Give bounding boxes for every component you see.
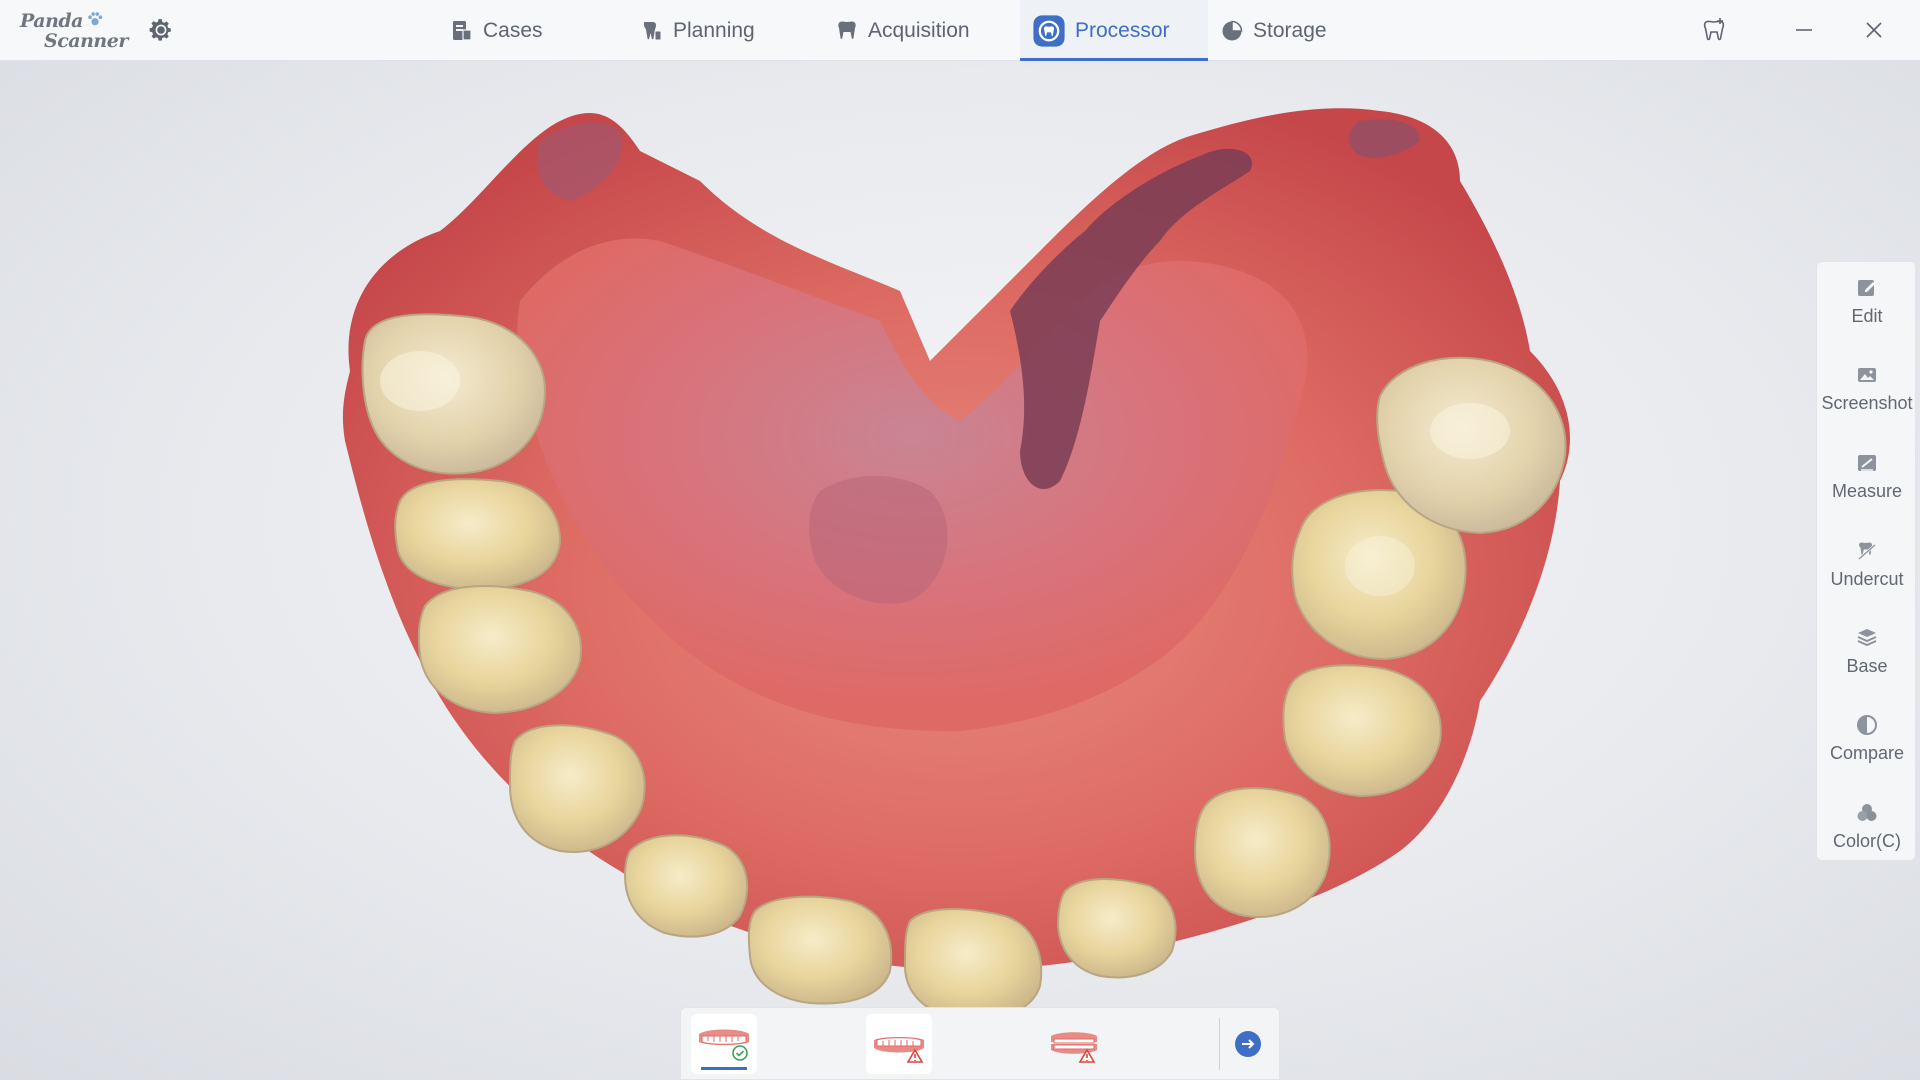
minimize-icon[interactable]: [1790, 16, 1818, 44]
undercut-icon: [1858, 542, 1876, 560]
lower-jaw-icon: [874, 1037, 924, 1063]
cases-icon: [453, 20, 472, 41]
tooth: [747, 895, 893, 1005]
tab-label: Storage: [1253, 18, 1327, 42]
tool-label: Color(C): [1832, 831, 1901, 851]
upper-jaw-button[interactable]: [691, 1014, 757, 1074]
app-window: Panda Scanner Cases Planning Acquisition…: [0, 0, 1920, 1080]
tool-label: Undercut: [1830, 569, 1904, 589]
bite-button[interactable]: [1041, 1014, 1107, 1074]
tool-label: Edit: [1851, 306, 1883, 326]
tooth-highlight: [1430, 403, 1510, 459]
tab-label: Cases: [483, 18, 543, 42]
planning-icon: [644, 21, 662, 40]
tool-label: Measure: [1831, 481, 1903, 501]
bite-icon: [1051, 1032, 1097, 1063]
compare-tool-button[interactable]: Compare: [1817, 699, 1917, 779]
tooth: [1193, 787, 1331, 918]
gear-icon[interactable]: [148, 17, 174, 43]
tab-cases[interactable]: Cases: [450, 0, 610, 61]
dental-scan-model[interactable]: [0, 61, 1920, 1080]
tab-storage[interactable]: Storage: [1220, 0, 1380, 61]
tooth: [417, 585, 582, 715]
next-arrow-icon[interactable]: [1234, 1030, 1262, 1058]
jaw-selector-bar: [680, 1007, 1280, 1080]
tooth: [903, 908, 1043, 1021]
upper-jaw-icon: [699, 1029, 749, 1061]
tool-label: Compare: [1829, 743, 1905, 763]
tool-label: Base: [1846, 656, 1888, 676]
divider: [1219, 1018, 1220, 1070]
lower-jaw-button[interactable]: [866, 1014, 932, 1074]
tooth-highlight: [380, 351, 460, 411]
edit-tool-button[interactable]: Edit: [1817, 262, 1917, 342]
app-logo: Panda Scanner: [20, 10, 128, 52]
processor-icon: [1033, 14, 1065, 47]
base-tool-button[interactable]: Base: [1817, 612, 1917, 692]
base-icon: [1857, 629, 1877, 647]
color-icon: [1857, 804, 1877, 821]
tab-processor[interactable]: Processor: [1020, 0, 1208, 61]
screenshot-icon: [1858, 368, 1876, 382]
tab-label: Acquisition: [868, 18, 970, 42]
paw-icon: [88, 12, 103, 26]
measure-icon: [1858, 455, 1876, 471]
tooth: [394, 478, 562, 591]
measure-tool-button[interactable]: Measure: [1817, 437, 1917, 517]
3d-viewport[interactable]: Edit Screenshot Measure Undercut Base Co…: [0, 61, 1920, 1080]
undercut-tool-button[interactable]: Undercut: [1817, 525, 1917, 605]
close-icon[interactable]: [1860, 16, 1888, 44]
selected-indicator: [701, 1067, 747, 1070]
tool-label: Screenshot: [1821, 393, 1913, 413]
tooth-icon[interactable]: [1700, 16, 1728, 44]
tooth: [1056, 878, 1177, 979]
tab-label: Processor: [1075, 18, 1170, 42]
tab-acquisition[interactable]: Acquisition: [835, 0, 1035, 61]
top-bar: Panda Scanner Cases Planning Acquisition…: [0, 0, 1920, 61]
tab-label: Planning: [673, 18, 755, 42]
color-tool-button[interactable]: Color(C): [1817, 787, 1917, 867]
tooth: [508, 724, 646, 853]
compare-icon: [1857, 715, 1877, 735]
storage-icon: [1222, 20, 1243, 40]
acquisition-icon: [838, 21, 856, 39]
tool-panel: Edit Screenshot Measure Undercut Base Co…: [1816, 261, 1916, 861]
tab-planning[interactable]: Planning: [640, 0, 810, 61]
edit-icon: [1858, 280, 1875, 296]
tooth: [623, 834, 749, 938]
tooth-highlight: [1345, 536, 1415, 596]
screenshot-tool-button[interactable]: Screenshot: [1817, 349, 1917, 429]
